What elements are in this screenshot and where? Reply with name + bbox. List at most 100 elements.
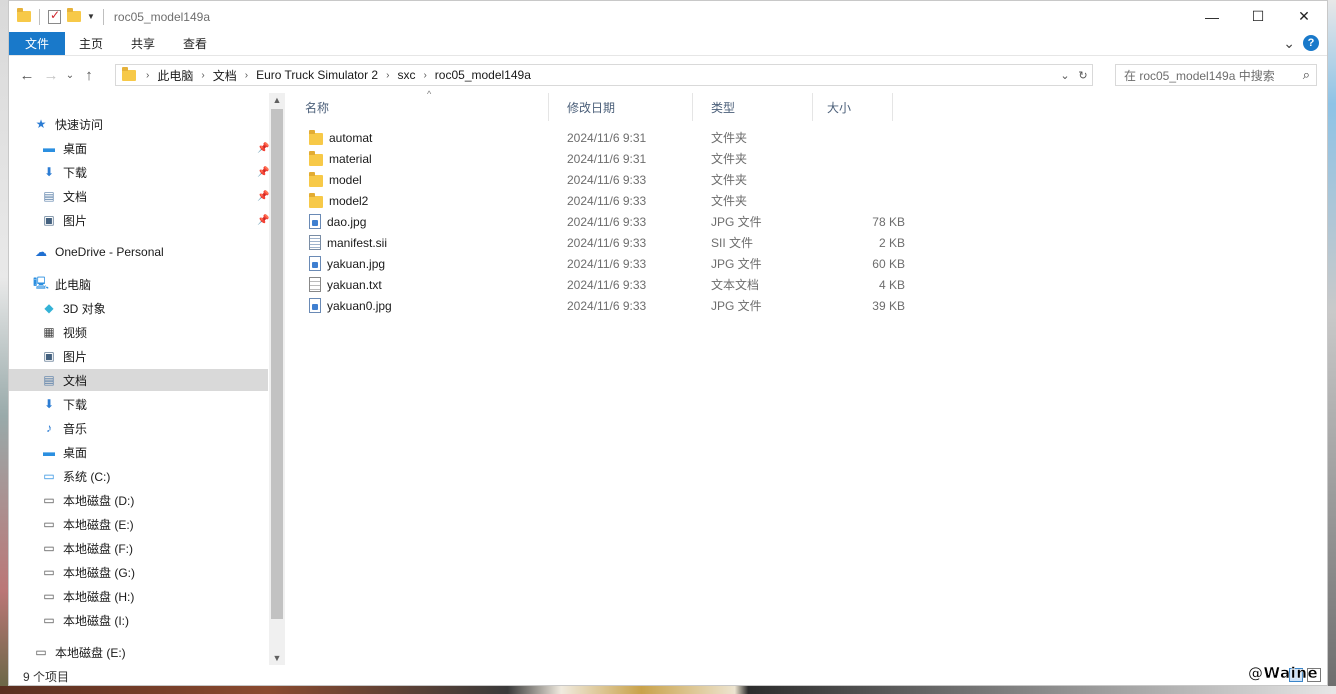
file-name: yakuan0.jpg bbox=[327, 298, 392, 313]
column-header-size[interactable]: 大小 bbox=[813, 93, 893, 121]
document-icon: ▤ bbox=[43, 373, 55, 387]
chevron-right-icon[interactable]: › bbox=[197, 70, 208, 81]
chevron-right-icon[interactable]: › bbox=[142, 70, 153, 81]
sidebar-item[interactable]: 🖳 此电脑 bbox=[33, 273, 91, 295]
file-row[interactable]: dao.jpg 2024/11/6 9:33 JPG 文件 78 KB bbox=[305, 211, 905, 232]
file-name-cell[interactable]: yakuan.jpg bbox=[309, 253, 385, 274]
minimize-button[interactable]: — bbox=[1189, 1, 1235, 32]
tab-home[interactable]: 主页 bbox=[65, 32, 117, 55]
forward-button[interactable]: → bbox=[39, 67, 63, 84]
file-type: SII 文件 bbox=[711, 236, 754, 250]
desktop-background-bottom bbox=[0, 686, 1336, 694]
drive-icon: ▭ bbox=[43, 565, 55, 579]
breadcrumb-documents[interactable]: 文档 bbox=[209, 67, 241, 84]
sidebar-item[interactable]: ▣ 图片 bbox=[41, 345, 87, 367]
file-name: automat bbox=[329, 130, 373, 145]
sidebar-item[interactable]: ▭ 本地磁盘 (E:) bbox=[41, 513, 133, 535]
sidebar-item[interactable]: ▦ 视频 bbox=[41, 321, 87, 343]
column-header-date[interactable]: 修改日期 bbox=[549, 93, 693, 121]
tab-view[interactable]: 查看 bbox=[169, 32, 221, 55]
chevron-right-icon[interactable]: › bbox=[241, 70, 252, 81]
text-file-icon bbox=[309, 277, 321, 292]
sidebar-item[interactable]: ▭ 本地磁盘 (F:) bbox=[41, 537, 133, 559]
file-name-cell[interactable]: material bbox=[309, 148, 372, 169]
recent-locations-button[interactable]: ⌄ bbox=[63, 70, 77, 81]
sidebar-item[interactable]: ▬ 桌面 bbox=[41, 441, 87, 463]
file-date: 2024/11/6 9:31 bbox=[567, 130, 647, 145]
sidebar-item[interactable]: ☁ OneDrive - Personal bbox=[33, 241, 164, 263]
new-folder-icon[interactable] bbox=[67, 8, 81, 22]
scrollbar-thumb[interactable] bbox=[271, 109, 283, 619]
chevron-right-icon[interactable]: › bbox=[382, 70, 393, 81]
expand-ribbon-icon[interactable]: ⌄ bbox=[1283, 36, 1295, 50]
pin-icon[interactable]: 📌 bbox=[257, 167, 269, 178]
breadcrumb-current[interactable]: roc05_model149a bbox=[431, 68, 535, 82]
file-row[interactable]: material 2024/11/6 9:31 文件夹 bbox=[305, 148, 905, 169]
file-size: 4 KB bbox=[878, 277, 905, 292]
file-type: JPG 文件 bbox=[711, 299, 762, 313]
pin-icon[interactable]: 📌 bbox=[257, 143, 269, 154]
sidebar-item[interactable]: ◆ 3D 对象 bbox=[41, 297, 105, 319]
navigation-scrollbar[interactable]: ▲ ▼ bbox=[269, 93, 285, 665]
file-row[interactable]: automat 2024/11/6 9:31 文件夹 bbox=[305, 127, 905, 148]
scroll-down-icon[interactable]: ▼ bbox=[269, 653, 285, 663]
pictures-icon: ▣ bbox=[43, 349, 55, 363]
search-input[interactable]: 在 roc05_model149a 中搜索 ⌕ bbox=[1115, 64, 1317, 86]
sidebar-item-label: 快速访问 bbox=[55, 117, 104, 132]
sidebar-item[interactable]: ▭ 本地磁盘 (H:) bbox=[41, 585, 134, 607]
sidebar-item[interactable]: ▭ 本地磁盘 (D:) bbox=[41, 489, 134, 511]
file-row[interactable]: yakuan.txt 2024/11/6 9:33 文本文档 4 KB bbox=[305, 274, 905, 295]
column-header-name[interactable]: 名称 ^ bbox=[287, 89, 549, 121]
column-header-type[interactable]: 类型 bbox=[693, 93, 813, 121]
file-row[interactable]: model2 2024/11/6 9:33 文件夹 bbox=[305, 190, 905, 211]
maximize-button[interactable]: ☐ bbox=[1235, 1, 1281, 32]
sidebar-item[interactable]: ▬ 桌面 📌 bbox=[41, 137, 269, 159]
back-button[interactable]: ← bbox=[15, 67, 39, 84]
sidebar-item[interactable]: ▤ 文档 📌 bbox=[41, 185, 269, 207]
file-row[interactable]: manifest.sii 2024/11/6 9:33 SII 文件 2 KB bbox=[305, 232, 905, 253]
drive-icon: ▭ bbox=[43, 493, 55, 507]
file-name-cell[interactable]: yakuan0.jpg bbox=[309, 295, 392, 316]
properties-icon[interactable] bbox=[48, 8, 61, 24]
sidebar-item[interactable]: ★ 快速访问 bbox=[33, 113, 103, 135]
scroll-up-icon[interactable]: ▲ bbox=[269, 95, 285, 105]
file-row[interactable]: yakuan.jpg 2024/11/6 9:33 JPG 文件 60 KB bbox=[305, 253, 905, 274]
file-name-cell[interactable]: manifest.sii bbox=[309, 232, 387, 253]
breadcrumb-this-pc[interactable]: 此电脑 bbox=[153, 67, 197, 84]
file-row[interactable]: yakuan0.jpg 2024/11/6 9:33 JPG 文件 39 KB bbox=[305, 295, 905, 316]
address-bar[interactable]: › 此电脑 › 文档 › Euro Truck Simulator 2 › sx… bbox=[115, 64, 1093, 86]
customize-toolbar-icon[interactable]: ▼ bbox=[87, 12, 95, 21]
file-name-cell[interactable]: dao.jpg bbox=[309, 211, 366, 232]
file-name-cell[interactable]: yakuan.txt bbox=[309, 274, 382, 295]
sidebar-item[interactable]: ▤ 文档 bbox=[9, 369, 268, 391]
chevron-right-icon[interactable]: › bbox=[419, 70, 430, 81]
tab-file[interactable]: 文件 bbox=[9, 32, 65, 55]
file-name-cell[interactable]: automat bbox=[309, 127, 372, 148]
sidebar-item[interactable]: ⬇ 下载 📌 bbox=[41, 161, 269, 183]
sidebar-item[interactable]: ▭ 本地磁盘 (I:) bbox=[41, 609, 129, 631]
file-name-cell[interactable]: model2 bbox=[309, 190, 368, 211]
sidebar-item[interactable]: ♪ 音乐 bbox=[41, 417, 87, 439]
file-name: model bbox=[329, 172, 362, 187]
close-button[interactable]: ✕ bbox=[1281, 1, 1327, 32]
breadcrumb-sxc[interactable]: sxc bbox=[393, 68, 419, 82]
refresh-icon[interactable]: ↻ bbox=[1074, 69, 1092, 82]
file-name-cell[interactable]: model bbox=[309, 169, 362, 190]
breadcrumb-ets2[interactable]: Euro Truck Simulator 2 bbox=[252, 68, 382, 82]
file-date: 2024/11/6 9:33 bbox=[567, 298, 647, 313]
tab-share[interactable]: 共享 bbox=[117, 32, 169, 55]
sidebar-item[interactable]: ▣ 图片 📌 bbox=[41, 209, 269, 231]
sidebar-item[interactable]: ▭ 本地磁盘 (G:) bbox=[41, 561, 135, 583]
help-icon[interactable]: ? bbox=[1303, 35, 1319, 51]
pin-icon[interactable]: 📌 bbox=[257, 191, 269, 202]
file-row[interactable]: model 2024/11/6 9:33 文件夹 bbox=[305, 169, 905, 190]
pin-icon[interactable]: 📌 bbox=[257, 215, 269, 226]
address-dropdown-icon[interactable]: ⌄ bbox=[1056, 69, 1074, 82]
sidebar-item[interactable]: ⬇ 下载 bbox=[41, 393, 87, 415]
up-button[interactable]: ↑ bbox=[77, 67, 101, 84]
sidebar-item[interactable]: ▭ 本地磁盘 (E:) bbox=[33, 641, 125, 663]
sidebar-item[interactable]: ▭ 系统 (C:) bbox=[41, 465, 110, 487]
file-type: JPG 文件 bbox=[711, 215, 762, 229]
ribbon-right: ⌄ ? bbox=[1283, 35, 1319, 51]
status-bar: 9 个项目 bbox=[9, 665, 1327, 687]
